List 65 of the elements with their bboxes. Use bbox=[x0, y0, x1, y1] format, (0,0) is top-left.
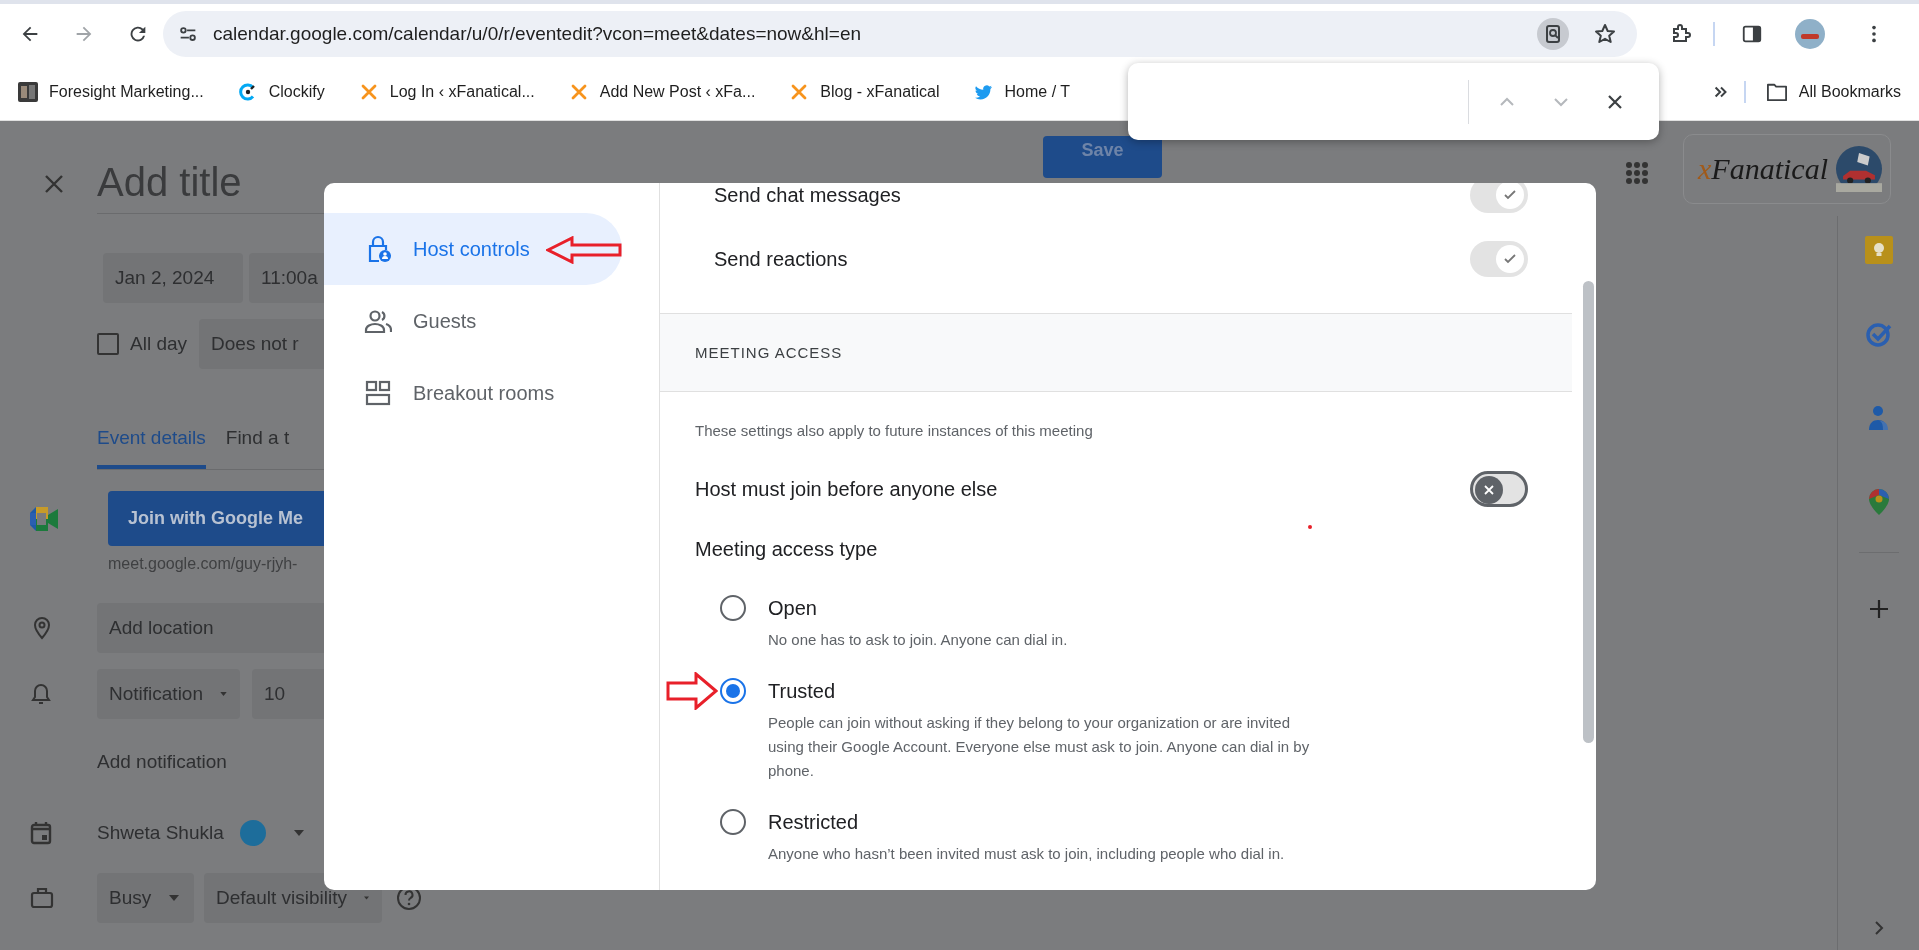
radio-button[interactable] bbox=[720, 595, 746, 621]
check-circle-icon[interactable] bbox=[1864, 320, 1893, 348]
lightbulb-icon[interactable] bbox=[1864, 236, 1893, 264]
option-description: Anyone who hasn’t been invited must ask to join, including people who dial in. bbox=[768, 844, 1286, 864]
all-bookmarks-button[interactable]: All Bookmarks bbox=[1759, 78, 1907, 106]
option-description: No one has to ask to join. Anyone can dial in. bbox=[768, 630, 1069, 650]
calendar-icon bbox=[30, 821, 52, 845]
annotation-arrow-icon bbox=[546, 236, 622, 264]
setting-label: Send chat messages bbox=[714, 183, 902, 207]
check-icon bbox=[1503, 252, 1517, 266]
calendar-color-dot[interactable] bbox=[239, 820, 266, 846]
bookmark[interactable]: Blog - xFanatical bbox=[783, 78, 946, 106]
side-panel-icon[interactable] bbox=[1741, 23, 1763, 45]
search-page-icon[interactable] bbox=[1537, 18, 1569, 50]
option-description: People can join without asking if they belong to your organization or are invited using their Google Account. Everyone else must ask to join. Anyone can dial in by phone. bbox=[768, 713, 1311, 781]
annotation-arrow-icon bbox=[666, 672, 718, 710]
grid-panels-icon bbox=[364, 379, 392, 407]
nav-item[interactable]: Host controls bbox=[324, 213, 622, 285]
radio-button[interactable] bbox=[720, 678, 746, 704]
settings-note: These settings also apply to future instances of this meeting bbox=[694, 421, 1094, 441]
option-label: Trusted bbox=[768, 679, 837, 704]
people-icon bbox=[364, 307, 392, 335]
section-header: MEETING ACCESS bbox=[660, 313, 1572, 392]
option-label: Restricted bbox=[768, 810, 860, 835]
scrollbar-thumb[interactable] bbox=[1583, 281, 1594, 743]
bookmark[interactable]: Home / T bbox=[967, 78, 1076, 106]
check-icon bbox=[1503, 188, 1517, 202]
availability-dropdown[interactable]: Busy bbox=[97, 873, 194, 923]
bird-icon bbox=[973, 82, 994, 102]
date-field[interactable]: Jan 2, 2024 bbox=[103, 253, 243, 303]
video-call-icon bbox=[30, 506, 60, 531]
save-button[interactable]: Save bbox=[1043, 136, 1162, 178]
calendar-owner: Shweta Shukla bbox=[97, 822, 224, 844]
avatar-icon[interactable] bbox=[1795, 19, 1825, 49]
add-notification-link[interactable]: Add notification bbox=[97, 751, 227, 773]
folder-icon bbox=[1765, 82, 1788, 102]
bookmark[interactable]: Foresight Marketing... bbox=[18, 78, 210, 106]
x-icon bbox=[1483, 484, 1495, 496]
all-day-checkbox[interactable] bbox=[97, 333, 119, 355]
annotation-dot bbox=[1308, 525, 1312, 529]
radio-button[interactable] bbox=[720, 809, 746, 835]
all-day-label: All day bbox=[130, 333, 188, 355]
briefcase-icon bbox=[30, 887, 54, 909]
tab[interactable]: Find a t bbox=[225, 413, 290, 469]
setting-label: Host must join before anyone else bbox=[695, 477, 999, 501]
bookmark[interactable]: Add New Post ‹ xFa... bbox=[562, 78, 762, 106]
address-bar[interactable]: calendar.google.com/calendar/u/0/r/eventedit?vcon=meet&dates=now&hl=en bbox=[163, 11, 1637, 57]
race-car-icon bbox=[1836, 146, 1882, 192]
photo-favicon-icon bbox=[18, 82, 38, 102]
logo-badge[interactable]: xFanatical bbox=[1683, 134, 1891, 204]
apps-grid-icon[interactable] bbox=[1625, 161, 1649, 185]
star-icon[interactable] bbox=[1593, 22, 1617, 46]
meeting-link[interactable]: meet.google.com/guy-rjyh- bbox=[108, 555, 298, 573]
option-label: Open bbox=[768, 596, 818, 621]
notification-type-dropdown[interactable]: Notification bbox=[97, 669, 240, 719]
url-text: calendar.google.com/calendar/u/0/r/eventedit?vcon=meet&dates=now&hl=en bbox=[213, 23, 862, 45]
group-label: Meeting access type bbox=[694, 537, 879, 562]
bell-icon bbox=[30, 682, 52, 706]
c-letter-icon bbox=[237, 82, 258, 102]
bookmark[interactable]: Clockify bbox=[231, 78, 331, 106]
tab[interactable]: Event details bbox=[97, 413, 206, 469]
bookmark[interactable]: Log In ‹ xFanatical... bbox=[352, 78, 541, 106]
toggle-switch[interactable] bbox=[1470, 471, 1528, 507]
setting-label: Send reactions bbox=[714, 247, 849, 271]
map-pin-icon[interactable] bbox=[1867, 488, 1890, 516]
